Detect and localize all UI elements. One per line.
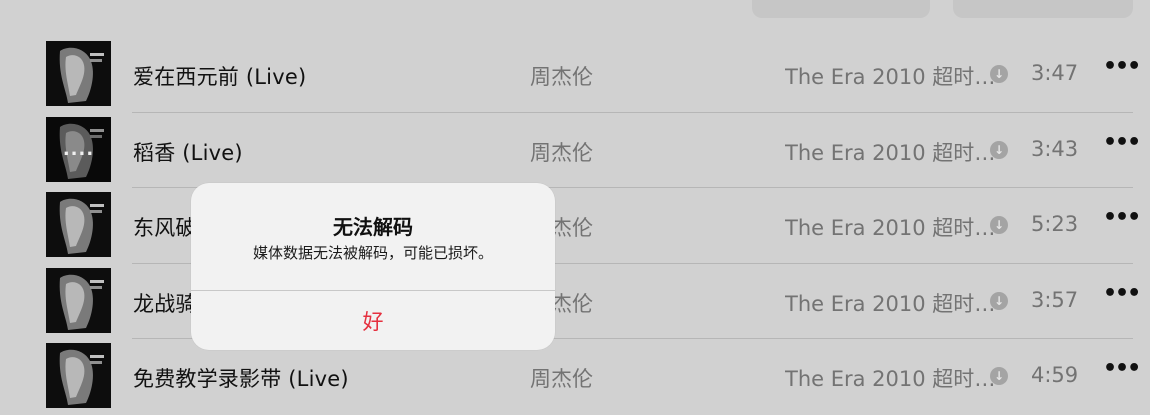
alert-message: 媒体数据无法被解码，可能已损坏。 (252, 244, 493, 262)
alert-ok-button[interactable]: 好 (191, 291, 555, 350)
alert-title: 无法解码 (333, 215, 413, 239)
alert-overlay: 无法解码 媒体数据无法被解码，可能已损坏。 好 (0, 0, 1150, 400)
error-alert-dialog: 无法解码 媒体数据无法被解码，可能已损坏。 好 (191, 183, 555, 350)
